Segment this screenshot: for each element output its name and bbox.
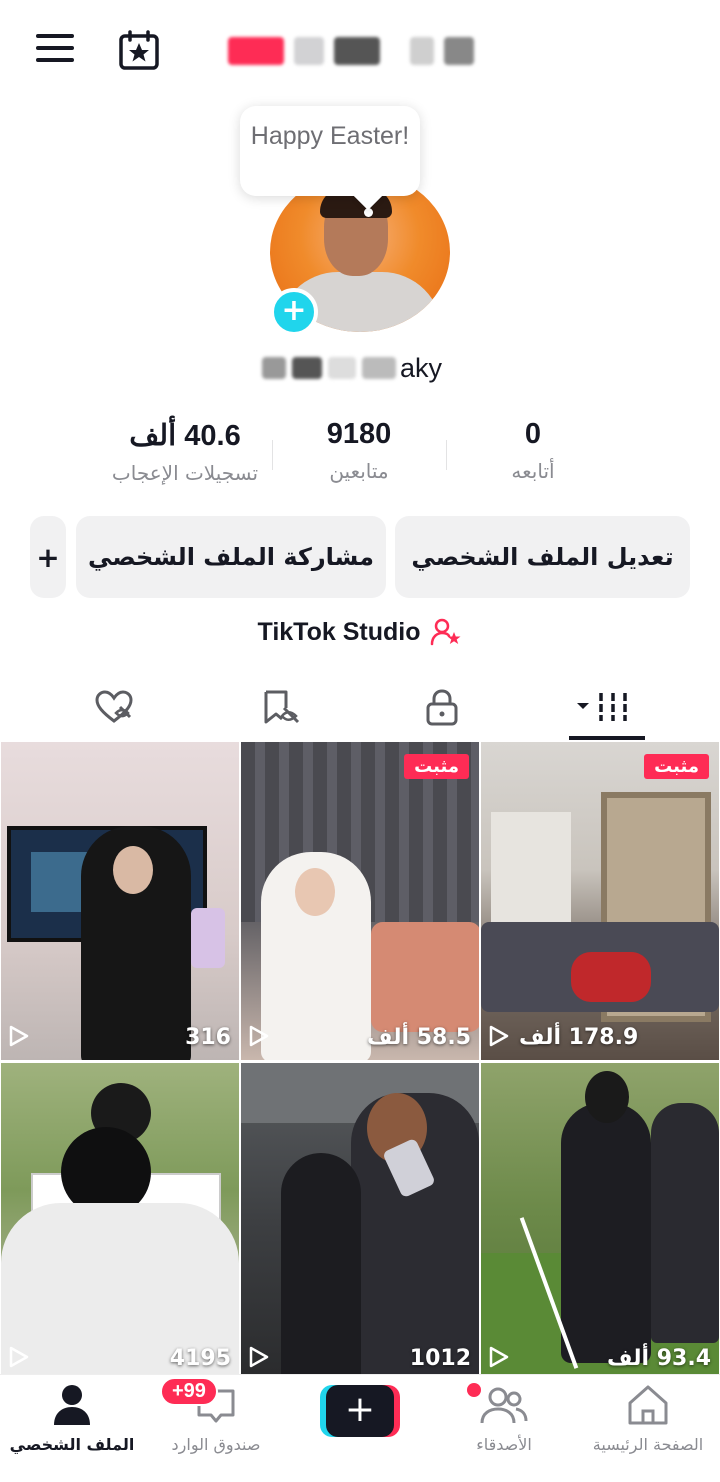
pinned-badge: مثبت [404,754,469,779]
video-thumbnail[interactable]: مثبت 178.9 ألف [481,742,719,1060]
followers-count: 9180 [326,418,392,450]
following-label: أتابعه [511,459,555,483]
add-button[interactable]: + [30,516,66,598]
play-count-icon [9,1025,29,1047]
studio-label: TikTok Studio [257,617,421,646]
nav-friends[interactable]: الأصدقاء [434,1383,574,1454]
content-tabs [0,676,720,742]
tab-liked[interactable] [84,682,144,732]
tab-private[interactable] [412,682,472,732]
nav-profile[interactable]: الملف الشخصي [2,1383,142,1454]
play-count-icon [249,1025,269,1047]
stat-likes[interactable]: 40.6 ألف تسجيلات الإعجاب [90,418,280,485]
handle-redacted [262,357,396,379]
calendar-star-icon[interactable] [118,30,160,70]
nav-friends-label: الأصدقاء [476,1435,532,1454]
bottom-navigation: الصفحة الرئيسية الأصدقاء + صندوق الوارد … [0,1374,720,1482]
pinned-badge: مثبت [644,754,709,779]
play-count-icon [489,1346,509,1368]
tiktok-studio-link[interactable]: TikTok Studio [0,612,720,652]
profile-stats: 40.6 ألف تسجيلات الإعجاب 9180 متابعين 0 … [0,418,720,498]
following-count: 0 [524,418,542,450]
username-redacted[interactable] [228,30,498,72]
view-count: 4195 [169,1346,231,1371]
likes-count: 40.6 ألف [129,420,241,452]
edit-profile-button[interactable]: تعديل الملف الشخصي [395,516,690,598]
stat-following[interactable]: 0 أتابعه [438,418,628,483]
profile-icon [54,1385,90,1425]
studio-person-star-icon [431,618,461,646]
add-story-plus-icon[interactable]: + [270,288,318,336]
top-bar [0,0,720,100]
create-plus-icon: + [326,1385,394,1437]
play-count-icon [249,1346,269,1368]
profile-handle: aky [262,348,462,388]
active-tab-indicator [569,736,645,740]
view-count: 58.5 ألف [367,1025,471,1050]
view-count: 178.9 ألف [519,1025,639,1050]
handle-text: aky [400,352,443,383]
nav-inbox-label: صندوق الوارد [171,1435,261,1454]
menu-icon[interactable] [36,34,76,64]
likes-label: تسجيلات الإعجاب [111,461,259,485]
videos-grid-icon [577,693,627,721]
stat-followers[interactable]: 9180 متابعين [264,418,454,483]
inbox-badge: +99 [160,1377,218,1406]
tab-videos[interactable] [572,682,638,732]
video-thumbnail[interactable]: مثبت 58.5 ألف [241,742,479,1060]
video-thumbnail[interactable]: 93.4 ألف [481,1063,719,1381]
share-profile-button[interactable]: مشاركة الملف الشخصي [76,516,386,598]
liked-hidden-heart-icon [95,690,133,723]
friends-notification-dot [467,1383,481,1397]
home-icon [628,1385,668,1425]
video-thumbnail[interactable]: 1012 [241,1063,479,1381]
video-grid: مثبت 178.9 ألف مثبت 58.5 ألف 316 93.4 أل… [0,742,720,1381]
play-count-icon [489,1025,509,1047]
create-button[interactable]: + [320,1385,400,1437]
view-count: 316 [185,1025,231,1050]
video-thumbnail[interactable]: 4195 [1,1063,239,1381]
favorites-bookmark-icon [264,690,300,724]
friends-icon [480,1387,528,1424]
nav-profile-label: الملف الشخصي [9,1435,135,1454]
note-bubble[interactable]: Happy Easter! [240,106,420,196]
video-thumbnail[interactable]: 316 [1,742,239,1060]
play-count-icon [9,1346,29,1368]
view-count: 1012 [409,1346,471,1371]
nav-home[interactable]: الصفحة الرئيسية [578,1383,718,1454]
view-count: 93.4 ألف [607,1346,711,1371]
lock-icon [426,689,458,726]
nav-home-label: الصفحة الرئيسية [592,1435,704,1454]
followers-label: متابعين [329,459,389,483]
tab-favorites[interactable] [250,682,310,732]
